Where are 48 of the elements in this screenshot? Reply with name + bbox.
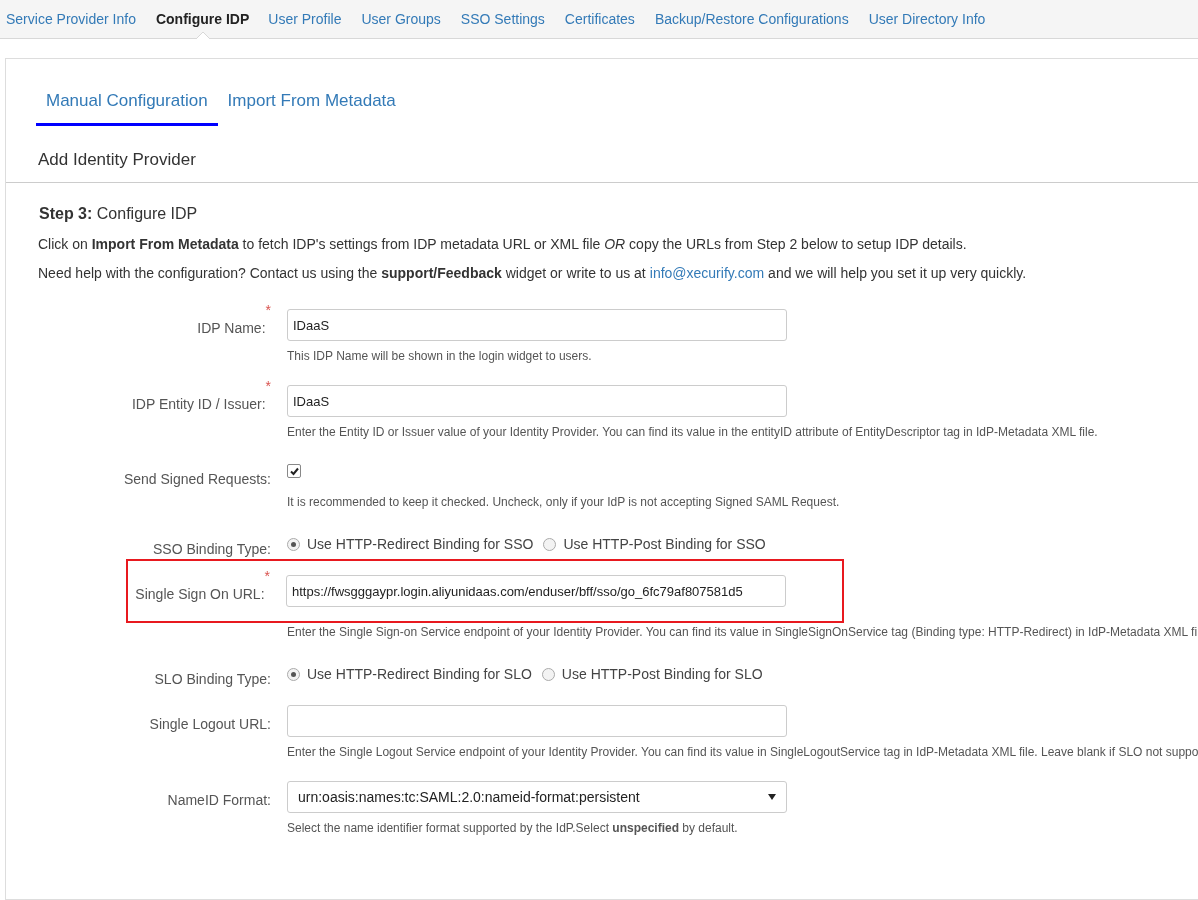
help-text: and we will help you set it up very quickly. <box>768 265 1027 281</box>
field-label: IDP Entity ID / Issuer: <box>132 395 266 412</box>
section-title: Add Identity Provider <box>38 150 197 170</box>
field-label: SLO Binding Type: <box>154 670 271 687</box>
nav-tab[interactable]: Configure IDP <box>155 0 250 39</box>
text-field[interactable]: IDaaS <box>287 385 787 417</box>
radio-label: Use HTTP-Post Binding for SSO <box>563 536 766 552</box>
sub-tab[interactable]: Import From Metadata <box>217 81 406 126</box>
text-field[interactable]: https://fwsgggaypr.login.aliyunidaas.com/enduser/bff/sso/go_6fc79af807581d5 <box>286 575 786 607</box>
radio-label: Use HTTP-Post Binding for SLO <box>561 666 763 682</box>
caret-icon <box>768 794 776 800</box>
radio-button[interactable] <box>287 537 300 551</box>
checkbox[interactable] <box>287 464 301 478</box>
help-text: Need help with the configuration? Contact us using the support/Feedback widget or write to us at <box>38 265 646 281</box>
nav-tab[interactable]: Certificates <box>564 0 635 39</box>
radio-label: Use HTTP-Redirect Binding for SLO <box>307 666 532 682</box>
step-heading: Step 3: Configure IDP <box>39 205 199 223</box>
required-mark: * <box>265 378 271 396</box>
radio-button[interactable] <box>287 667 300 681</box>
radio-button[interactable] <box>541 667 555 681</box>
nav-tab[interactable]: Service Provider Info <box>6 0 136 39</box>
intro-text: Click on Import From Metadata to fetch IDP's settings from IDP metadata URL or XML file OR copy the URLs from Step 2 below to setup IDP details. <box>38 236 968 252</box>
field-label: IDP Name: <box>197 319 266 336</box>
nav-tab[interactable]: User Directory Info <box>868 0 986 39</box>
field-hint: Select the name identifier format supported by the IdP.Select unspecified by default. <box>287 821 739 835</box>
text-field[interactable]: IDaaS <box>287 309 787 341</box>
field-hint: Enter the Single Sign-on Service endpoint of your Identity Provider. You can find its value in SingleSignOnService tag (Binding type: HTTP-Redirect) in IdP-Metadata XML fi <box>287 625 1198 639</box>
radio-button[interactable] <box>543 537 557 551</box>
field-hint: This IDP Name will be shown in the login widget to users. <box>287 349 593 363</box>
nav-tab[interactable]: User Groups <box>361 0 441 39</box>
field-label: NameID Format: <box>167 791 271 808</box>
field-hint: Enter the Entity ID or Issuer value of your Identity Provider. You can find its value in the entityID attribute of EntityDescriptor tag in IdP-Metadata XML file. <box>287 425 1099 439</box>
text-field[interactable] <box>287 705 787 737</box>
required-mark: * <box>264 568 270 586</box>
radio-label: Use HTTP-Redirect Binding for SSO <box>307 536 534 552</box>
field-hint: It is recommended to keep it checked. Uncheck, only if your IdP is not accepting Signed SAML Request. <box>287 495 841 509</box>
field-label: Single Sign On URL: <box>135 585 265 602</box>
email-link[interactable]: info@xecurify.com <box>649 265 765 281</box>
field-label: SSO Binding Type: <box>152 540 271 557</box>
nav-tab[interactable]: SSO Settings <box>460 0 545 39</box>
field-label: Single Logout URL: <box>149 715 271 732</box>
required-mark: * <box>265 302 271 320</box>
nav-tab[interactable]: Backup/Restore Configurations <box>654 0 849 39</box>
sub-tab[interactable]: Manual Configuration <box>36 81 218 126</box>
field-label: Send Signed Requests: <box>123 470 271 487</box>
field-hint: Enter the Single Logout Service endpoint of your Identity Provider. You can find its value in SingleLogoutService tag in IdP-Metadata XML file. Leave blank if SLO not suppo <box>287 745 1198 759</box>
format-dropdown[interactable]: urn:oasis:names:tc:SAML:2.0:nameid-format:persistent <box>287 781 787 813</box>
nav-tab[interactable]: User Profile <box>268 0 342 39</box>
